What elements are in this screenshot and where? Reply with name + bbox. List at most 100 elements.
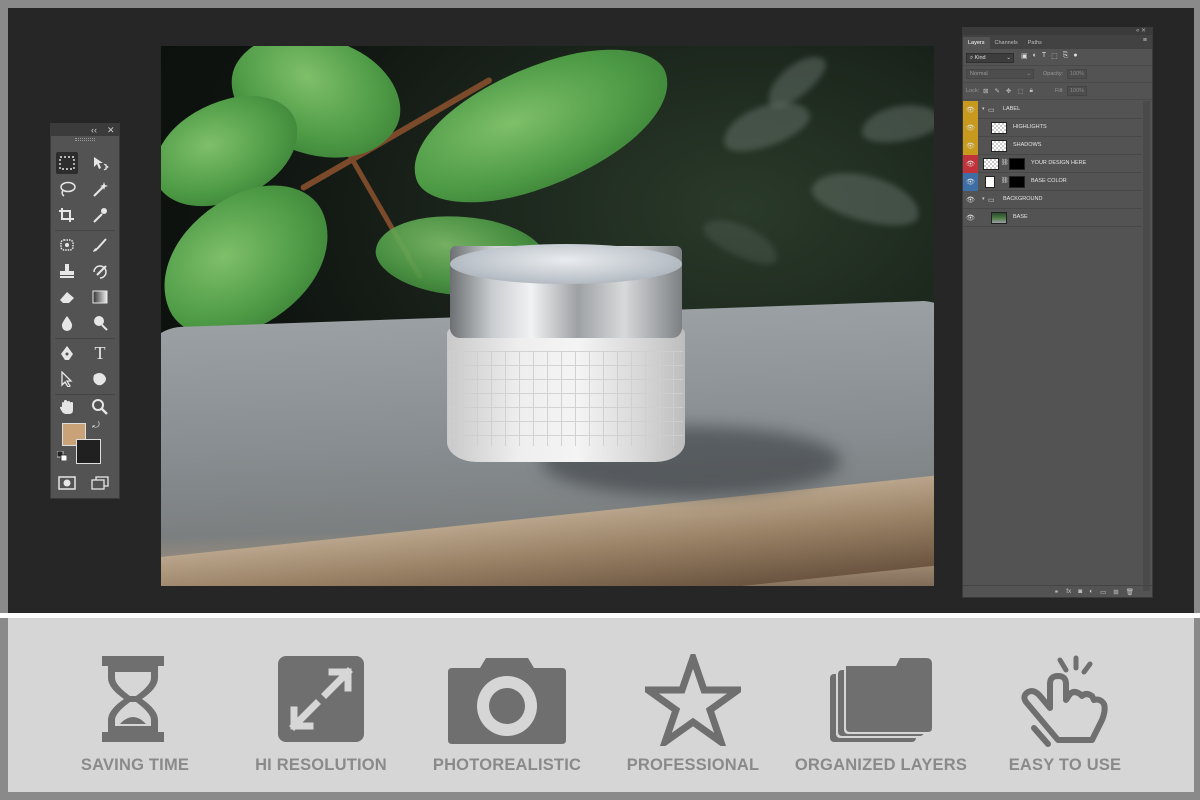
type-filter-icon[interactable]: T — [1042, 52, 1046, 60]
stamp-tool-icon[interactable] — [56, 260, 78, 282]
path-select-tool-icon[interactable] — [56, 368, 78, 390]
quick-mask-icon[interactable] — [56, 472, 78, 494]
add-mask-icon[interactable]: ◙ — [1078, 588, 1082, 596]
lock-artboard-icon[interactable]: ⬚ — [1017, 87, 1023, 95]
new-layer-icon[interactable]: ⊞ — [1113, 588, 1118, 596]
bg-leaf — [716, 91, 816, 161]
shape-filter-icon[interactable]: ⬚ — [1051, 52, 1058, 60]
gradient-tool-icon[interactable] — [89, 286, 111, 308]
layer-row-background[interactable]: 👁︎ ▾ ▭ BACKGROUND — [963, 191, 1142, 209]
blend-mode-select[interactable]: Normal ⌄ — [966, 69, 1034, 79]
lock-transparency-icon[interactable]: ⊠ — [983, 87, 988, 95]
feature-easy-to-use: EASY TO USE — [970, 618, 1160, 792]
lock-position-icon[interactable]: ✥ — [1006, 87, 1011, 95]
dodge-tool-icon[interactable] — [89, 312, 111, 334]
layer-row-base[interactable]: 👁︎ BASE — [963, 209, 1142, 227]
bg-leaf — [807, 162, 925, 235]
adjustment-layer-icon[interactable]: ◐ — [1089, 588, 1093, 596]
zoom-tool-icon[interactable] — [89, 396, 111, 418]
document-canvas[interactable] — [161, 46, 934, 586]
chevron-down-icon[interactable]: ▾ — [982, 196, 985, 202]
eye-icon[interactable]: 👁︎ — [963, 101, 978, 119]
layers-icon — [786, 654, 976, 749]
shape-tool-icon[interactable] — [89, 368, 111, 390]
magic-wand-tool-icon[interactable] — [89, 178, 111, 200]
hand-tool-icon[interactable] — [56, 396, 78, 418]
filter-toggle-icon[interactable]: ● — [1073, 52, 1077, 60]
mask-thumbnail — [1009, 158, 1025, 170]
lock-all-icon[interactable]: 🔒︎ — [1030, 87, 1033, 95]
mask-thumbnail — [1009, 176, 1025, 188]
adjustment-filter-icon[interactable]: ◐ — [1033, 52, 1037, 60]
screen-mode-icon[interactable] — [89, 472, 111, 494]
default-colors-icon[interactable] — [55, 449, 69, 463]
eyedropper-tool-icon[interactable] — [89, 204, 111, 226]
layer-row-highlights[interactable]: 👁︎ HIGHLIGHTS — [963, 119, 1142, 137]
layer-row-base-color[interactable]: 👁︎ ⛓ BASE COLOR — [963, 173, 1142, 191]
layers-scrollbar[interactable] — [1143, 101, 1150, 591]
layer-row-label[interactable]: 👁︎ ▾ ▭ LABEL — [963, 101, 1142, 119]
opacity-value[interactable]: 100% — [1067, 69, 1087, 79]
lock-pixels-icon[interactable]: ✎ — [994, 87, 999, 95]
pixel-filter-icon[interactable]: ▣ — [1021, 52, 1028, 60]
bg-leaf — [858, 99, 934, 148]
tab-layers[interactable]: Layers — [963, 37, 990, 49]
panel-menu-icon[interactable]: ≡ — [1143, 37, 1147, 44]
fill-value[interactable]: 100% — [1067, 86, 1087, 96]
camera-icon — [412, 654, 602, 749]
layer-thumbnail — [991, 212, 1007, 224]
feature-label: HI RESOLUTION — [255, 756, 387, 774]
tools-panel-header: ‹‹ ✕ — [51, 124, 119, 136]
layers-panel-header: « ✕ — [963, 28, 1152, 35]
layer-name: BACKGROUND — [1003, 196, 1043, 202]
collapse-icon[interactable]: « ✕ — [1136, 28, 1146, 35]
crop-tool-icon[interactable] — [56, 204, 78, 226]
panel-grip[interactable] — [75, 138, 95, 141]
eye-icon[interactable]: 👁︎ — [963, 119, 978, 137]
smart-filter-icon[interactable]: ⎘ — [1063, 52, 1069, 60]
chevron-down-icon[interactable]: ▾ — [982, 106, 985, 112]
lasso-tool-icon[interactable] — [56, 178, 78, 200]
layers-footer-icons: ⚭ fx ◙ ◐ ▭ ⊞ 🗑︎ — [1054, 588, 1134, 596]
layers-footer: ⚭ fx ◙ ◐ ▭ ⊞ 🗑︎ — [963, 585, 1152, 597]
tab-channels[interactable]: Channels — [990, 37, 1023, 49]
type-tool-icon[interactable]: T — [89, 342, 111, 364]
history-brush-tool-icon[interactable] — [89, 260, 111, 282]
eye-icon[interactable]: 👁︎ — [963, 209, 978, 227]
eraser-tool-icon[interactable] — [56, 286, 78, 308]
feature-professional: PROFESSIONAL — [598, 618, 788, 792]
layer-name: BASE COLOR — [1031, 178, 1067, 184]
separator — [55, 338, 115, 339]
layer-row-shadows[interactable]: 👁︎ SHADOWS — [963, 137, 1142, 155]
tools-panel: ‹‹ ✕ T ⤾ — [50, 123, 120, 499]
filter-kind-select[interactable]: ⌕ Kind ⌄ — [966, 53, 1014, 63]
bg-leaf — [698, 210, 784, 272]
spot-heal-tool-icon[interactable] — [56, 234, 78, 256]
fill-label: Fill: — [1055, 88, 1064, 94]
eye-icon[interactable]: 👁︎ — [963, 173, 978, 191]
expand-icon — [226, 654, 416, 749]
background-color-swatch[interactable] — [76, 439, 101, 464]
brush-tool-icon[interactable] — [89, 234, 111, 256]
close-icon[interactable]: ✕ — [107, 124, 115, 136]
tab-paths[interactable]: Paths — [1023, 37, 1047, 49]
eye-icon[interactable]: 👁︎ — [963, 137, 978, 155]
layer-row-your-design[interactable]: 👁︎ ⛓ YOUR DESIGN HERE — [963, 155, 1142, 173]
new-group-icon[interactable]: ▭ — [1100, 588, 1106, 596]
link-layers-icon[interactable]: ⚭ — [1054, 588, 1059, 596]
trash-icon[interactable]: 🗑︎ — [1126, 588, 1134, 596]
blur-tool-icon[interactable] — [56, 312, 78, 334]
jar-lid-top — [450, 244, 682, 284]
swap-colors-icon[interactable]: ⤾ — [89, 418, 103, 432]
eye-icon[interactable]: 👁︎ — [963, 155, 978, 173]
marquee-tool-icon[interactable] — [56, 152, 78, 174]
lock-row: Lock: ⊠ ✎ ✥ ⬚ 🔒︎ Fill: 100% — [963, 83, 1152, 100]
fx-icon[interactable]: fx — [1066, 588, 1071, 596]
eye-icon[interactable]: 👁︎ — [963, 191, 978, 209]
pen-tool-icon[interactable] — [56, 342, 78, 364]
separator — [55, 230, 115, 231]
blend-row: Normal ⌄ Opacity: 100% — [963, 66, 1152, 83]
collapse-icon[interactable]: ‹‹ — [91, 124, 97, 136]
feature-hi-resolution: HI RESOLUTION — [226, 618, 416, 792]
move-tool-icon[interactable] — [89, 152, 111, 174]
